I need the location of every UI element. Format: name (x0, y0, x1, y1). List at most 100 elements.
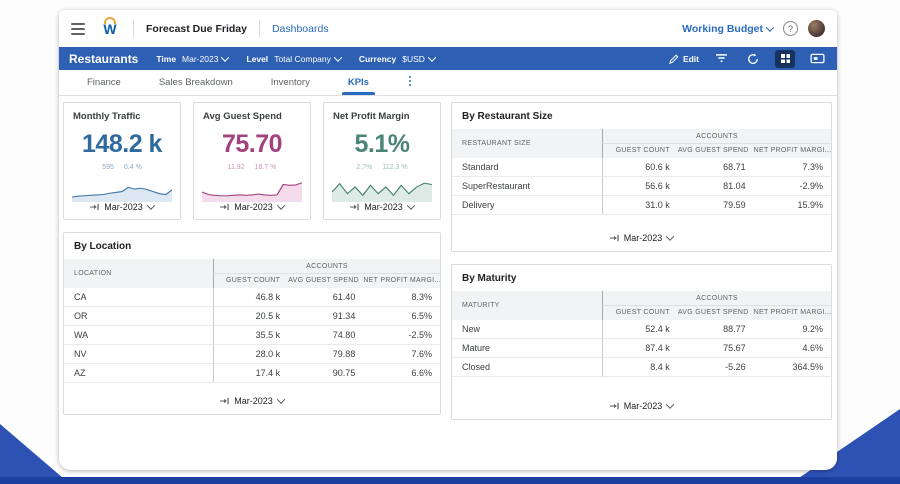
cell-value: 6.5% (363, 307, 440, 326)
column-header: GUEST COUNT (602, 306, 678, 320)
cell-value: 90.75 (288, 364, 364, 383)
cell-value: 79.88 (288, 345, 364, 364)
column-header: GUEST COUNT (602, 144, 678, 158)
skip-to-period-icon (90, 203, 99, 211)
edit-button[interactable]: Edit (668, 53, 699, 64)
column-header: NET PROFIT MARGI... (753, 144, 831, 158)
kpi-subvalues: 595 0.4 % (102, 164, 142, 171)
row-label: WA (64, 326, 213, 345)
kpi-title: Avg Guest Spend (203, 111, 282, 122)
data-table: LOCATION ACCOUNTS GUEST COUNT AVG GUEST S… (64, 259, 440, 383)
tab-kpis[interactable]: KPIs (341, 71, 376, 95)
cell-value: 68.71 (677, 158, 754, 177)
table-card-size: By Restaurant Size RESTAURANT SIZE ACCOU… (451, 102, 832, 252)
period-selector[interactable]: Mar-2023 (220, 201, 286, 212)
cell-value: 364.5% (753, 358, 831, 377)
column-header-accounts: ACCOUNTS (602, 291, 831, 306)
forecast-title: Forecast Due Friday (146, 22, 247, 35)
sparkline-chart (332, 182, 432, 202)
card-view-button[interactable] (807, 50, 827, 68)
avatar[interactable] (808, 20, 825, 37)
filter-button[interactable] (711, 50, 731, 68)
filter-icon (715, 54, 727, 62)
level-dropdown[interactable]: Total Company (274, 52, 343, 64)
app-window: W Forecast Due Friday Dashboards Working… (59, 10, 837, 470)
cell-value: 17.4 k (213, 364, 289, 383)
cell-value: 74.80 (288, 326, 364, 345)
tab-finance[interactable]: Finance (85, 71, 123, 95)
kpi-sub-pct: 18.7 % (254, 164, 277, 171)
dashboards-link[interactable]: Dashboards (272, 23, 329, 35)
menu-icon[interactable] (71, 22, 85, 35)
cell-value: 4.6% (753, 339, 831, 358)
edit-label: Edit (682, 53, 699, 64)
skip-to-period-icon (350, 203, 359, 211)
row-label: Mature (452, 339, 602, 358)
column-header-dimension: LOCATION (64, 259, 213, 288)
table-card-location: By Location LOCATION ACCOUNTS GUEST COUN… (63, 232, 441, 415)
kpi-value: 148.2 k (82, 130, 162, 158)
table-title: By Location (74, 241, 132, 252)
row-label: OR (64, 307, 213, 326)
column-header-dimension: RESTAURANT SIZE (452, 129, 602, 158)
cell-value: 8.4 k (602, 358, 678, 377)
currency-label: Currency (358, 53, 397, 64)
skip-to-period-icon (220, 203, 229, 211)
period-selector[interactable]: Mar-2023 (220, 395, 286, 406)
time-dropdown[interactable]: Mar-2023 (182, 52, 230, 64)
workday-logo[interactable]: W (101, 16, 119, 37)
help-icon[interactable]: ? (783, 21, 798, 36)
currency-dropdown[interactable]: $USD (402, 52, 437, 64)
dashboard-toolbar: Restaurants Time Mar-2023 Level Total Co… (59, 47, 837, 70)
cell-value: 7.6% (363, 345, 440, 364)
period-selector[interactable]: Mar-2023 (609, 232, 675, 243)
logo-arc-icon (104, 16, 116, 24)
currency-value: $USD (402, 53, 425, 64)
column-header: AVG GUEST SPEND (677, 306, 754, 320)
level-label: Level (246, 53, 269, 64)
grid-view-button[interactable] (775, 49, 795, 68)
chevron-down-icon (765, 22, 775, 32)
row-label: CA (64, 288, 213, 307)
cell-value: 28.0 k (213, 345, 289, 364)
working-budget-dropdown[interactable]: Working Budget (682, 22, 775, 35)
period-value: Mar-2023 (234, 202, 273, 212)
cell-value: 87.4 k (602, 339, 678, 358)
tab-bar: Finance Sales Breakdown Inventory KPIs (59, 70, 837, 96)
period-selector[interactable]: Mar-2023 (90, 201, 156, 212)
period-value: Mar-2023 (364, 202, 403, 212)
kpi-sub-pct: 112.3 % (382, 164, 408, 171)
row-label: NV (64, 345, 213, 364)
data-table: RESTAURANT SIZE ACCOUNTS GUEST COUNT AVG … (452, 129, 831, 215)
cell-value: 35.5 k (213, 326, 289, 345)
sparkline-chart (72, 186, 172, 202)
backdrop-bottom-bar (0, 477, 900, 484)
sparkline-chart (202, 182, 302, 202)
period-selector[interactable]: Mar-2023 (350, 201, 416, 212)
cell-value: 20.5 k (213, 307, 289, 326)
logo-letter: W (103, 20, 117, 37)
cell-value: 61.40 (288, 288, 364, 307)
chevron-down-icon (333, 52, 343, 62)
skip-to-period-icon (220, 397, 229, 405)
tab-overflow-menu-icon[interactable] (405, 70, 415, 95)
tab-inventory[interactable]: Inventory (269, 71, 312, 95)
cell-value: 81.04 (677, 177, 754, 196)
period-value: Mar-2023 (234, 396, 273, 406)
column-header: NET PROFIT MARGI... (363, 274, 440, 288)
period-value: Mar-2023 (623, 233, 663, 243)
tab-sales-breakdown[interactable]: Sales Breakdown (157, 71, 235, 95)
chevron-down-icon (276, 395, 286, 404)
cell-value: 60.6 k (602, 158, 678, 177)
row-label: Closed (452, 358, 602, 377)
refresh-icon (748, 52, 758, 64)
period-selector[interactable]: Mar-2023 (609, 400, 675, 411)
row-label: SuperRestaurant (452, 177, 602, 196)
refresh-button[interactable] (743, 50, 763, 68)
column-header: GUEST COUNT (213, 274, 289, 288)
cell-value: 8.3% (363, 288, 440, 307)
dashboard-title: Restaurants (69, 51, 139, 66)
chevron-down-icon (221, 52, 230, 62)
chevron-down-icon (406, 201, 416, 210)
kpi-title: Monthly Traffic (73, 111, 141, 122)
